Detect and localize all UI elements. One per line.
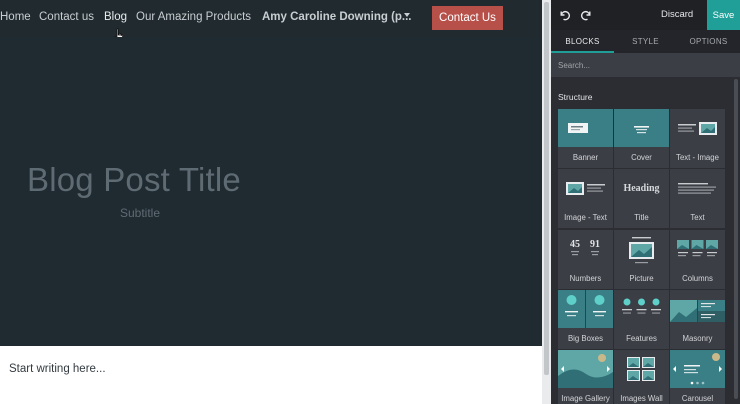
numbers-icon: 45 91 bbox=[570, 239, 600, 256]
top-navigation: Home Contact us Blog Our Amazing Product… bbox=[0, 0, 542, 37]
tab-options[interactable]: OPTIONS bbox=[677, 30, 740, 53]
columns-icon bbox=[677, 240, 718, 257]
blog-post-subtitle[interactable]: Subtitle bbox=[120, 206, 160, 220]
block-numbers[interactable]: 45 91 Numbers bbox=[558, 230, 613, 289]
panel-scrollbar-thumb[interactable] bbox=[734, 79, 738, 399]
content-placeholder[interactable]: Start writing here... bbox=[9, 363, 106, 375]
block-masonry[interactable]: Masonry bbox=[670, 290, 725, 349]
text-image-icon bbox=[678, 122, 717, 135]
undo-icon[interactable] bbox=[558, 9, 570, 21]
text-icon bbox=[678, 183, 716, 194]
block-images-wall[interactable]: Images Wall bbox=[614, 350, 669, 404]
tab-style[interactable]: STYLE bbox=[614, 30, 677, 53]
nav-link-contact-us[interactable]: Contact us bbox=[39, 11, 94, 23]
cover-icon bbox=[614, 109, 669, 147]
block-label: Numbers bbox=[569, 274, 602, 283]
panel-scrollbar[interactable] bbox=[732, 77, 740, 404]
block-picture[interactable]: Picture bbox=[614, 230, 669, 289]
numbers-thumb-text-1: 45 bbox=[570, 239, 580, 250]
editor-toolbar: Discard Save bbox=[551, 0, 740, 30]
title-thumb-text: Heading bbox=[623, 183, 659, 194]
features-icon bbox=[622, 298, 661, 314]
section-heading-structure: Structure bbox=[558, 92, 593, 102]
save-button[interactable]: Save bbox=[707, 0, 740, 30]
picture-icon bbox=[629, 237, 654, 264]
block-label: Images Wall bbox=[620, 394, 663, 403]
image-text-icon bbox=[566, 182, 605, 195]
block-label: Picture bbox=[629, 274, 654, 283]
block-label: Text bbox=[690, 213, 705, 222]
image-gallery-icon bbox=[558, 350, 613, 388]
carousel-icon bbox=[670, 350, 725, 388]
banner-icon bbox=[558, 109, 613, 147]
block-text[interactable]: Text bbox=[670, 169, 725, 228]
editor-tabs: BLOCKS STYLE OPTIONS bbox=[551, 30, 740, 53]
tab-blocks[interactable]: BLOCKS bbox=[551, 30, 614, 53]
blog-content-area[interactable]: Start writing here... bbox=[0, 346, 542, 404]
block-title[interactable]: Heading Title bbox=[614, 169, 669, 228]
chevron-down-icon[interactable] bbox=[404, 13, 410, 17]
blocks-search-input[interactable] bbox=[551, 53, 740, 77]
block-carousel[interactable]: Carousel bbox=[670, 350, 725, 404]
block-cover[interactable]: Cover bbox=[614, 109, 669, 168]
website-preview: Home Contact us Blog Our Amazing Product… bbox=[0, 0, 542, 404]
block-label: Banner bbox=[572, 153, 599, 162]
block-image-gallery[interactable]: Image Gallery bbox=[558, 350, 613, 404]
user-menu[interactable]: Amy Caroline Downing (p... bbox=[262, 11, 412, 23]
editor-panel: Discard Save BLOCKS STYLE OPTIONS Struct… bbox=[551, 0, 740, 404]
block-label: Image Gallery bbox=[561, 394, 610, 403]
block-label: Big Boxes bbox=[567, 334, 604, 343]
block-label: Features bbox=[626, 334, 657, 343]
block-label: Image - Text bbox=[564, 213, 607, 222]
masonry-icon bbox=[670, 300, 725, 322]
big-boxes-icon bbox=[558, 290, 613, 328]
block-label: Columns bbox=[682, 274, 713, 283]
block-columns[interactable]: Columns bbox=[670, 230, 725, 289]
nav-link-home[interactable]: Home bbox=[0, 11, 31, 23]
block-label: Cover bbox=[631, 153, 652, 162]
redo-icon[interactable] bbox=[581, 9, 593, 21]
images-wall-icon bbox=[627, 357, 655, 381]
block-image-text[interactable]: Image - Text bbox=[558, 169, 613, 228]
block-label: Text - Image bbox=[676, 153, 719, 162]
block-label: Masonry bbox=[682, 334, 713, 343]
nav-link-our-amazing-products[interactable]: Our Amazing Products bbox=[136, 11, 251, 23]
block-banner[interactable]: Banner bbox=[558, 109, 613, 168]
title-icon: Heading bbox=[623, 183, 659, 194]
page-scrollbar-thumb[interactable] bbox=[544, 2, 549, 375]
block-label: Carousel bbox=[681, 394, 714, 403]
block-text-image[interactable]: Text - Image bbox=[670, 109, 725, 168]
nav-link-blog[interactable]: Blog bbox=[104, 11, 127, 23]
discard-button[interactable]: Discard bbox=[661, 9, 693, 20]
block-label: Title bbox=[634, 213, 649, 222]
block-big-boxes[interactable]: Big Boxes bbox=[558, 290, 613, 349]
blog-post-title[interactable]: Blog Post Title bbox=[27, 161, 241, 199]
block-features[interactable]: Features bbox=[614, 290, 669, 349]
blog-hero-cover[interactable]: Blog Post Title Subtitle bbox=[0, 37, 542, 346]
numbers-thumb-text-2: 91 bbox=[590, 239, 600, 250]
contact-us-button[interactable]: Contact Us bbox=[432, 6, 503, 30]
page-scrollbar[interactable] bbox=[542, 0, 551, 404]
